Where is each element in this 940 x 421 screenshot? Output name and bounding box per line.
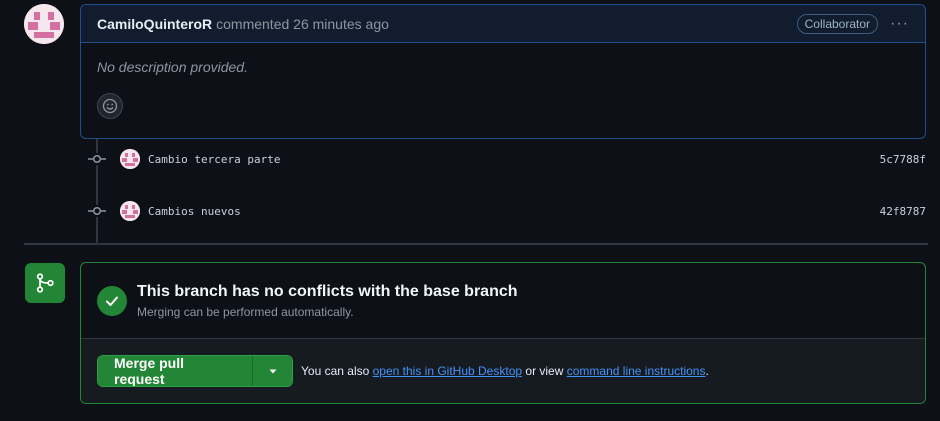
merge-button-group: Merge pull request xyxy=(97,355,293,387)
github-desktop-link[interactable]: open this in GitHub Desktop xyxy=(373,364,522,378)
pr-comment: CamiloQuinteroR commented 26 minutes ago… xyxy=(80,4,926,139)
commit-author-avatar[interactable] xyxy=(120,149,140,169)
commit-author-avatar[interactable] xyxy=(120,201,140,221)
comment-timestamp[interactable]: commented 26 minutes ago xyxy=(216,16,389,32)
merge-actions: Merge pull request You can also open thi… xyxy=(81,339,925,403)
author-avatar[interactable] xyxy=(24,4,64,44)
merge-options-dropdown[interactable] xyxy=(252,356,292,386)
commit-sha-link[interactable]: 5c7788f xyxy=(880,153,926,166)
comment-author-link[interactable]: CamiloQuinteroR xyxy=(97,16,212,32)
collaborator-badge: Collaborator xyxy=(796,13,879,34)
command-line-instructions-link[interactable]: command line instructions xyxy=(567,364,706,378)
commit-row: Cambio tercera parte 5c7788f xyxy=(88,149,928,169)
git-merge-icon xyxy=(25,263,65,303)
merge-box: This branch has no conflicts with the ba… xyxy=(80,262,926,404)
commit-row: Cambios nuevos 42f8787 xyxy=(88,201,928,221)
git-commit-icon xyxy=(88,153,106,165)
triangle-down-icon xyxy=(269,369,276,374)
timeline-divider xyxy=(24,243,928,245)
commit-message-link[interactable]: Cambios nuevos xyxy=(148,205,241,218)
merge-alternatives: You can also open this in GitHub Desktop… xyxy=(301,364,709,378)
commit-sha-link[interactable]: 42f8787 xyxy=(880,205,926,218)
comment-text: No description provided. xyxy=(97,59,248,75)
smiley-icon xyxy=(102,98,118,114)
also-prefix: You can also xyxy=(301,364,370,378)
comment-body: No description provided. xyxy=(81,43,925,135)
or-view-text: or view xyxy=(525,364,564,378)
check-icon xyxy=(97,285,127,316)
kebab-menu-button[interactable]: ··· xyxy=(890,15,909,33)
identicon-image xyxy=(24,4,64,44)
merge-status-subtitle: Merging can be performed automatically. xyxy=(137,304,354,319)
period-text: . xyxy=(705,364,709,378)
git-commit-icon xyxy=(88,205,106,217)
commit-message-link[interactable]: Cambio tercera parte xyxy=(148,153,280,166)
comment-header: CamiloQuinteroR commented 26 minutes ago… xyxy=(81,5,925,43)
merge-status-title: This branch has no conflicts with the ba… xyxy=(137,282,518,300)
merge-status: This branch has no conflicts with the ba… xyxy=(81,263,925,339)
merge-pull-request-button[interactable]: Merge pull request xyxy=(98,356,252,386)
add-reaction-button[interactable] xyxy=(97,93,123,119)
